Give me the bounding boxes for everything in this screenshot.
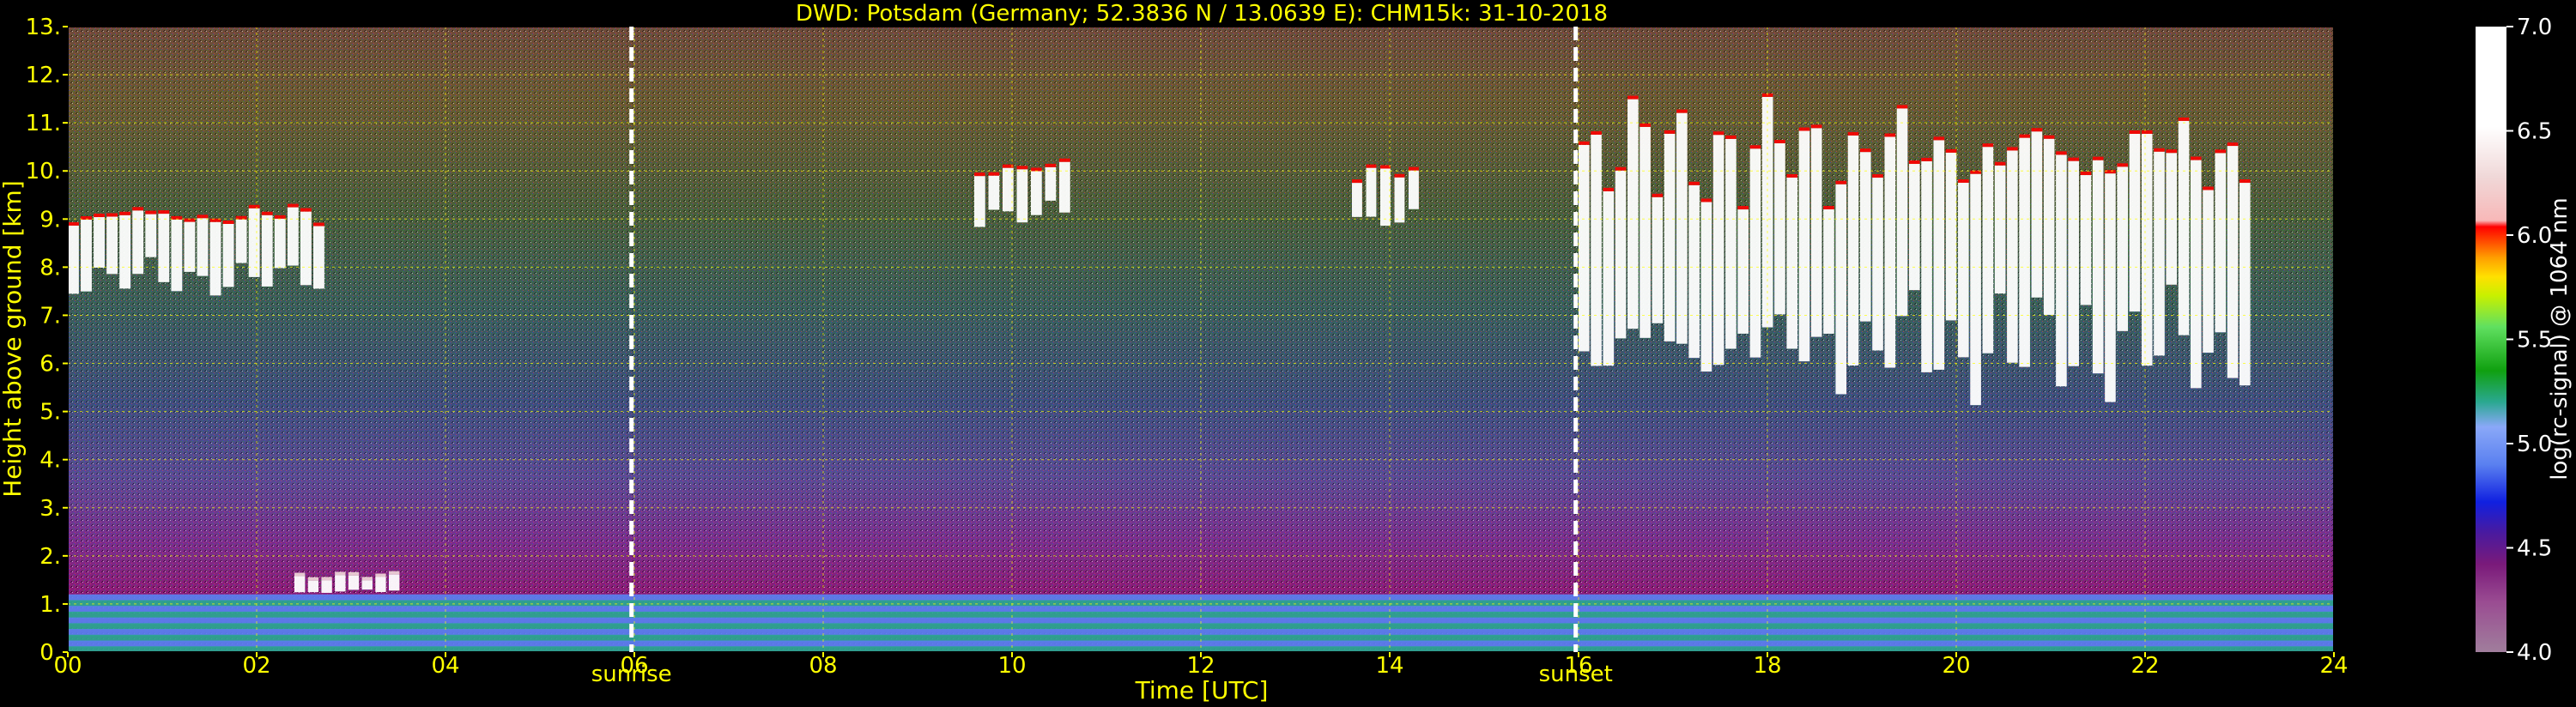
x-tick-label: 14 [1375,653,1403,679]
y-tick-label: 9. [39,207,61,233]
x-tick-label: 22 [2131,653,2159,679]
y-tick-label: 13. [26,15,61,40]
colorbar-tick-label: 4.5 [2517,536,2552,562]
y-tick-label: 8. [39,255,61,281]
x-tick-label: 02 [242,653,270,679]
colorbar-ticks: 4.04.55.05.56.06.57.0 [2506,15,2552,666]
colorbar-label: log(rc-signal) @ 1064 nm [2547,197,2573,480]
x-tick-label: 16 [1564,653,1592,679]
y-axis-ticks: 0. 1. 2. 3. 4. 5. 6. 7. 8. 9. 10. 11. 12. 13. [26,15,68,666]
y-tick-label: 4. [39,448,61,474]
x-tick-label: 18 [1753,653,1781,679]
y-tick-label: 3. [39,496,61,522]
y-tick-label: 5. [39,400,61,426]
x-tick-label: 24 [2319,653,2348,679]
chart-title: DWD: Potsdam (Germany; 52.3836 N / 13.06… [796,1,1608,27]
y-tick-label: 10. [26,159,61,184]
x-tick-label: 10 [997,653,1026,679]
x-tick-label: 12 [1186,653,1215,679]
y-tick-label: 12. [26,63,61,88]
colorbar-tick-label: 4.0 [2517,640,2552,666]
x-axis-label: Time [UTC] [1135,676,1269,704]
y-tick-label: 7. [39,303,61,329]
ceilometer-chart: sunrise sunset 00 02 04 06 08 10 12 14 16 18 20 22 24… [0,1,2573,704]
y-tick-label: 1. [39,592,61,618]
colorbar-tick-label: 7.0 [2517,15,2552,40]
y-tick-label: 0. [39,640,61,666]
colorbar-tick-label: 6.5 [2517,119,2552,145]
y-axis-label: Height above ground [km] [0,180,27,498]
x-tick-label: 08 [809,653,837,679]
x-tick-label: 20 [1942,653,1970,679]
y-tick-label: 6. [39,352,61,378]
y-tick-label: 11. [26,111,61,136]
x-tick-label: 06 [620,653,648,679]
x-axis-ticks: 00 02 04 06 08 10 12 14 16 18 20 22 24 [53,652,2349,679]
colorbar [2476,27,2506,652]
y-tick-label: 2. [39,544,61,570]
x-tick-label: 04 [431,653,459,679]
